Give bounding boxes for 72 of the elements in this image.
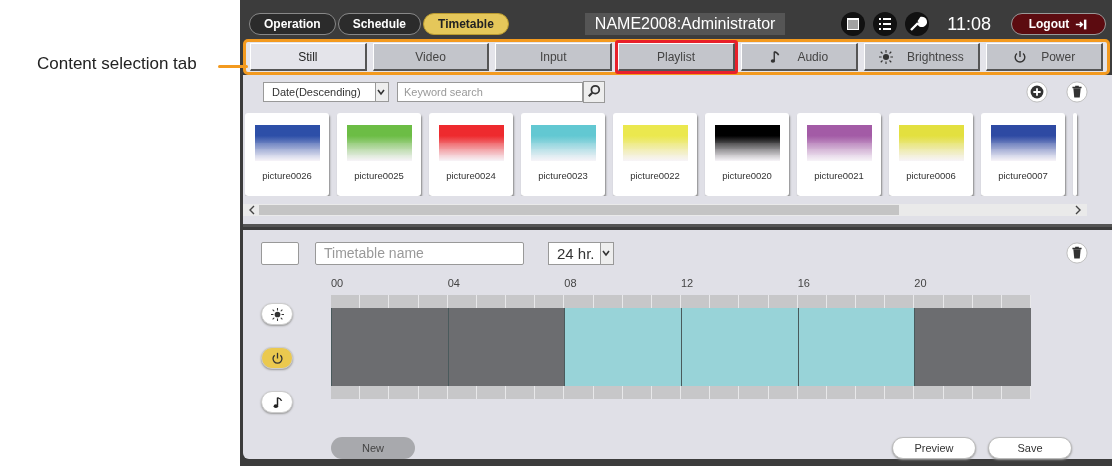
time-slot[interactable] <box>797 308 828 386</box>
thumbnail-card[interactable]: picture0006 <box>889 113 973 196</box>
content-tab[interactable]: Brightness <box>863 43 981 71</box>
mode-tab[interactable]: Schedule <box>337 13 422 35</box>
thumbnail-card[interactable]: picture0025 <box>337 113 421 196</box>
thumbnail-name: picture0007 <box>998 170 1048 181</box>
thumbnail-card[interactable]: picture0021 <box>797 113 881 196</box>
hour-label: 20 <box>914 277 928 291</box>
logout-button[interactable]: Logout <box>1011 13 1106 35</box>
add-icon[interactable] <box>1026 81 1048 103</box>
timetable-name-field[interactable]: Timetable name <box>315 241 524 265</box>
content-tab[interactable]: Video <box>372 43 490 71</box>
search-icon <box>587 84 601 98</box>
new-button[interactable]: New <box>331 437 415 459</box>
content-tab[interactable]: Input <box>495 43 613 71</box>
search-button[interactable] <box>583 81 605 103</box>
hour-label: 04 <box>447 277 461 291</box>
clock-time: 11:08 <box>947 13 992 35</box>
thumbnail-name: picture0025 <box>354 170 404 181</box>
thumbnail-name: picture0026 <box>262 170 312 181</box>
hour-label: 08 <box>564 277 578 291</box>
hour-label: 00 <box>331 277 345 291</box>
preview-button[interactable]: Preview <box>892 437 976 459</box>
caret-icon <box>376 87 386 97</box>
time-slot[interactable] <box>885 308 915 386</box>
thumbnail-card[interactable]: picture0007 <box>981 113 1065 196</box>
power-icon <box>1013 49 1028 64</box>
scroll-right-icon[interactable] <box>1073 205 1083 215</box>
audio-button[interactable] <box>261 391 293 413</box>
mode-tab[interactable]: Timetable <box>423 13 509 35</box>
callout-label: Content selection tab <box>37 54 197 74</box>
sun-icon <box>879 49 894 64</box>
content-tab[interactable]: Playlist <box>618 43 735 71</box>
brightness-button[interactable] <box>261 303 293 325</box>
thumbnail-name: picture0024 <box>446 170 496 181</box>
caret-icon <box>601 248 611 258</box>
trash-icon[interactable] <box>1066 81 1088 103</box>
thumbnail-card[interactable]: picture0024 <box>429 113 513 196</box>
mode-tab[interactable]: Operation <box>249 13 336 35</box>
thumbnail-name: picture0021 <box>814 170 864 181</box>
save-button[interactable]: Save <box>988 437 1072 459</box>
time-slot[interactable] <box>652 308 682 386</box>
thumbnail-card[interactable]: picture0023 <box>521 113 605 196</box>
time-slot[interactable] <box>564 308 595 386</box>
hour-label: 16 <box>797 277 811 291</box>
horizontal-scrollbar[interactable] <box>243 204 1087 216</box>
thumbnail-name: picture0020 <box>722 170 772 181</box>
thumbnail-card[interactable]: picture0026 <box>245 113 329 196</box>
power-icon <box>270 351 284 365</box>
power-button[interactable] <box>261 347 293 369</box>
content-tab[interactable]: Power <box>986 43 1104 71</box>
thumbnail-card[interactable]: picture0020 <box>705 113 789 196</box>
thumbnail-card[interactable]: picture0022 <box>613 113 697 196</box>
content-tab[interactable]: Audio <box>740 43 858 71</box>
trash-icon[interactable] <box>1066 242 1088 264</box>
thumbnail-name: picture0023 <box>538 170 588 181</box>
thumbnail-name: picture0022 <box>630 170 680 181</box>
number-field[interactable] <box>261 241 299 265</box>
scrollbar-thumb[interactable] <box>259 205 899 215</box>
time-slot[interactable] <box>1002 308 1032 386</box>
sun-icon <box>270 307 284 321</box>
sort-dropdown[interactable]: Date(Descending) <box>263 82 389 102</box>
list-icon[interactable] <box>873 12 898 36</box>
scroll-left-icon[interactable] <box>247 205 257 215</box>
content-tab[interactable]: Still <box>250 43 367 71</box>
logout-icon <box>1075 17 1089 31</box>
user-title: NAME2008:Administrator <box>584 13 786 35</box>
hour-label: 12 <box>680 277 695 291</box>
search-field[interactable]: Keyword search <box>397 82 583 102</box>
thumbnail-name: picture0006 <box>906 170 956 181</box>
time-slot[interactable] <box>681 308 711 386</box>
period-dropdown[interactable]: 24 hr. <box>548 241 614 265</box>
